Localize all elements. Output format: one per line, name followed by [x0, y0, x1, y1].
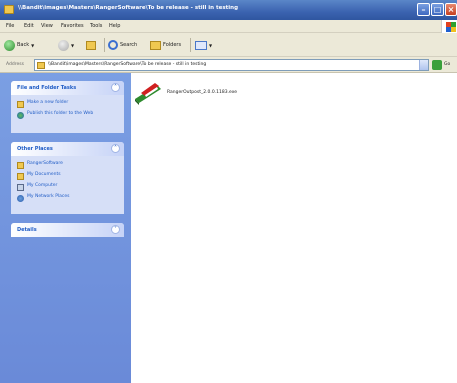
address-bar: Address \\Bandit\images\Masters\RangerSo… [0, 57, 457, 73]
close-button[interactable]: × [445, 3, 457, 16]
address-value: \\Bandit\images\Masters\RangerSoftware\T… [48, 62, 207, 67]
collapse-chevron-icon[interactable]: ˄ [111, 83, 120, 92]
place-label: My Network Places [27, 194, 70, 199]
menu-help[interactable]: Help [109, 23, 120, 29]
back-arrow-icon [4, 39, 15, 51]
forward-arrow-icon [58, 39, 69, 51]
toolbar-separator [190, 38, 191, 52]
folder-icon [17, 162, 24, 169]
place-label: My Documents [27, 172, 61, 177]
search-button[interactable]: Search [108, 38, 137, 52]
place-label: RangerSoftware [27, 161, 63, 166]
toolbar-separator [104, 38, 105, 52]
file-name: RangerOutpost_2.0.0.1183.exe [167, 90, 237, 95]
forward-button[interactable]: ▼ [58, 38, 74, 52]
file-folder-tasks-header[interactable]: File and Folder Tasks ˄ [11, 81, 124, 95]
new-folder-icon [17, 101, 24, 108]
my-computer-icon [17, 184, 24, 191]
window-title: \\Bandit\images\Masters\RangerSoftware\T… [18, 5, 239, 11]
folders-icon [150, 40, 161, 50]
back-dropdown-icon[interactable]: ▼ [31, 43, 34, 48]
task-make-new-folder[interactable]: Make a new folder [17, 100, 105, 108]
menu-bar: File Edit View Favorites Tools Help [0, 20, 457, 33]
folders-label: Folders [163, 42, 182, 48]
views-icon [195, 40, 207, 50]
back-label: Back [17, 42, 30, 48]
expand-chevron-icon[interactable]: ˅ [111, 225, 120, 234]
menu-tools[interactable]: Tools [90, 23, 102, 29]
views-dropdown-icon[interactable]: ▼ [209, 43, 212, 48]
go-arrow-icon[interactable] [432, 60, 442, 70]
search-icon [108, 40, 118, 50]
address-label: Address [6, 62, 24, 67]
go-button[interactable]: Go [444, 62, 450, 67]
menu-file[interactable]: File [6, 23, 14, 29]
title-bar[interactable]: \\Bandit\images\Masters\RangerSoftware\T… [0, 0, 457, 20]
publish-web-icon [17, 112, 24, 119]
installer-exe-icon [135, 83, 161, 105]
panel-title: Other Places [17, 146, 53, 152]
menu-favorites[interactable]: Favorites [61, 23, 84, 29]
place-my-network[interactable]: My Network Places [17, 194, 105, 202]
other-places-panel: Other Places ˄ RangerSoftware My Documen… [11, 142, 124, 214]
maximize-button[interactable]: □ [431, 3, 444, 16]
address-input[interactable]: \\Bandit\images\Masters\RangerSoftware\T… [34, 59, 429, 71]
toolbar: Back ▼ ▼ Search Folders ▼ [0, 33, 457, 57]
up-folder-icon [86, 40, 96, 50]
file-folder-tasks-panel: File and Folder Tasks ˄ Make a new folde… [11, 81, 124, 133]
address-dropdown-icon[interactable] [419, 60, 428, 70]
forward-dropdown-icon[interactable]: ▼ [71, 43, 74, 48]
place-label: My Computer [27, 183, 58, 188]
collapse-chevron-icon[interactable]: ˄ [111, 144, 120, 153]
folder-icon [4, 5, 14, 14]
menu-view[interactable]: View [41, 23, 53, 29]
place-my-documents[interactable]: My Documents [17, 172, 105, 180]
back-button[interactable]: Back ▼ [4, 38, 34, 52]
up-folder-button[interactable] [86, 38, 96, 52]
other-places-header[interactable]: Other Places ˄ [11, 142, 124, 156]
task-label: Publish this folder to the Web [27, 111, 94, 116]
network-places-icon [17, 195, 24, 202]
details-header[interactable]: Details ˅ [11, 223, 124, 237]
panel-title: File and Folder Tasks [17, 85, 77, 91]
panel-title: Details [17, 227, 37, 233]
folder-icon [37, 62, 45, 69]
minimize-button[interactable]: – [417, 3, 430, 16]
place-my-computer[interactable]: My Computer [17, 183, 105, 191]
file-list-area[interactable]: RangerOutpost_2.0.0.1183.exe [131, 73, 457, 383]
details-panel: Details ˅ [11, 223, 124, 237]
menu-edit[interactable]: Edit [24, 23, 34, 29]
folders-button[interactable]: Folders [150, 38, 181, 52]
task-pane: File and Folder Tasks ˄ Make a new folde… [0, 73, 131, 383]
place-rangersoftware[interactable]: RangerSoftware [17, 161, 105, 169]
my-documents-icon [17, 173, 24, 180]
views-button[interactable]: ▼ [195, 38, 212, 52]
windows-logo-icon [441, 20, 457, 33]
search-label: Search [120, 42, 138, 48]
task-label: Make a new folder [27, 100, 69, 105]
task-publish-web[interactable]: Publish this folder to the Web [17, 111, 105, 119]
